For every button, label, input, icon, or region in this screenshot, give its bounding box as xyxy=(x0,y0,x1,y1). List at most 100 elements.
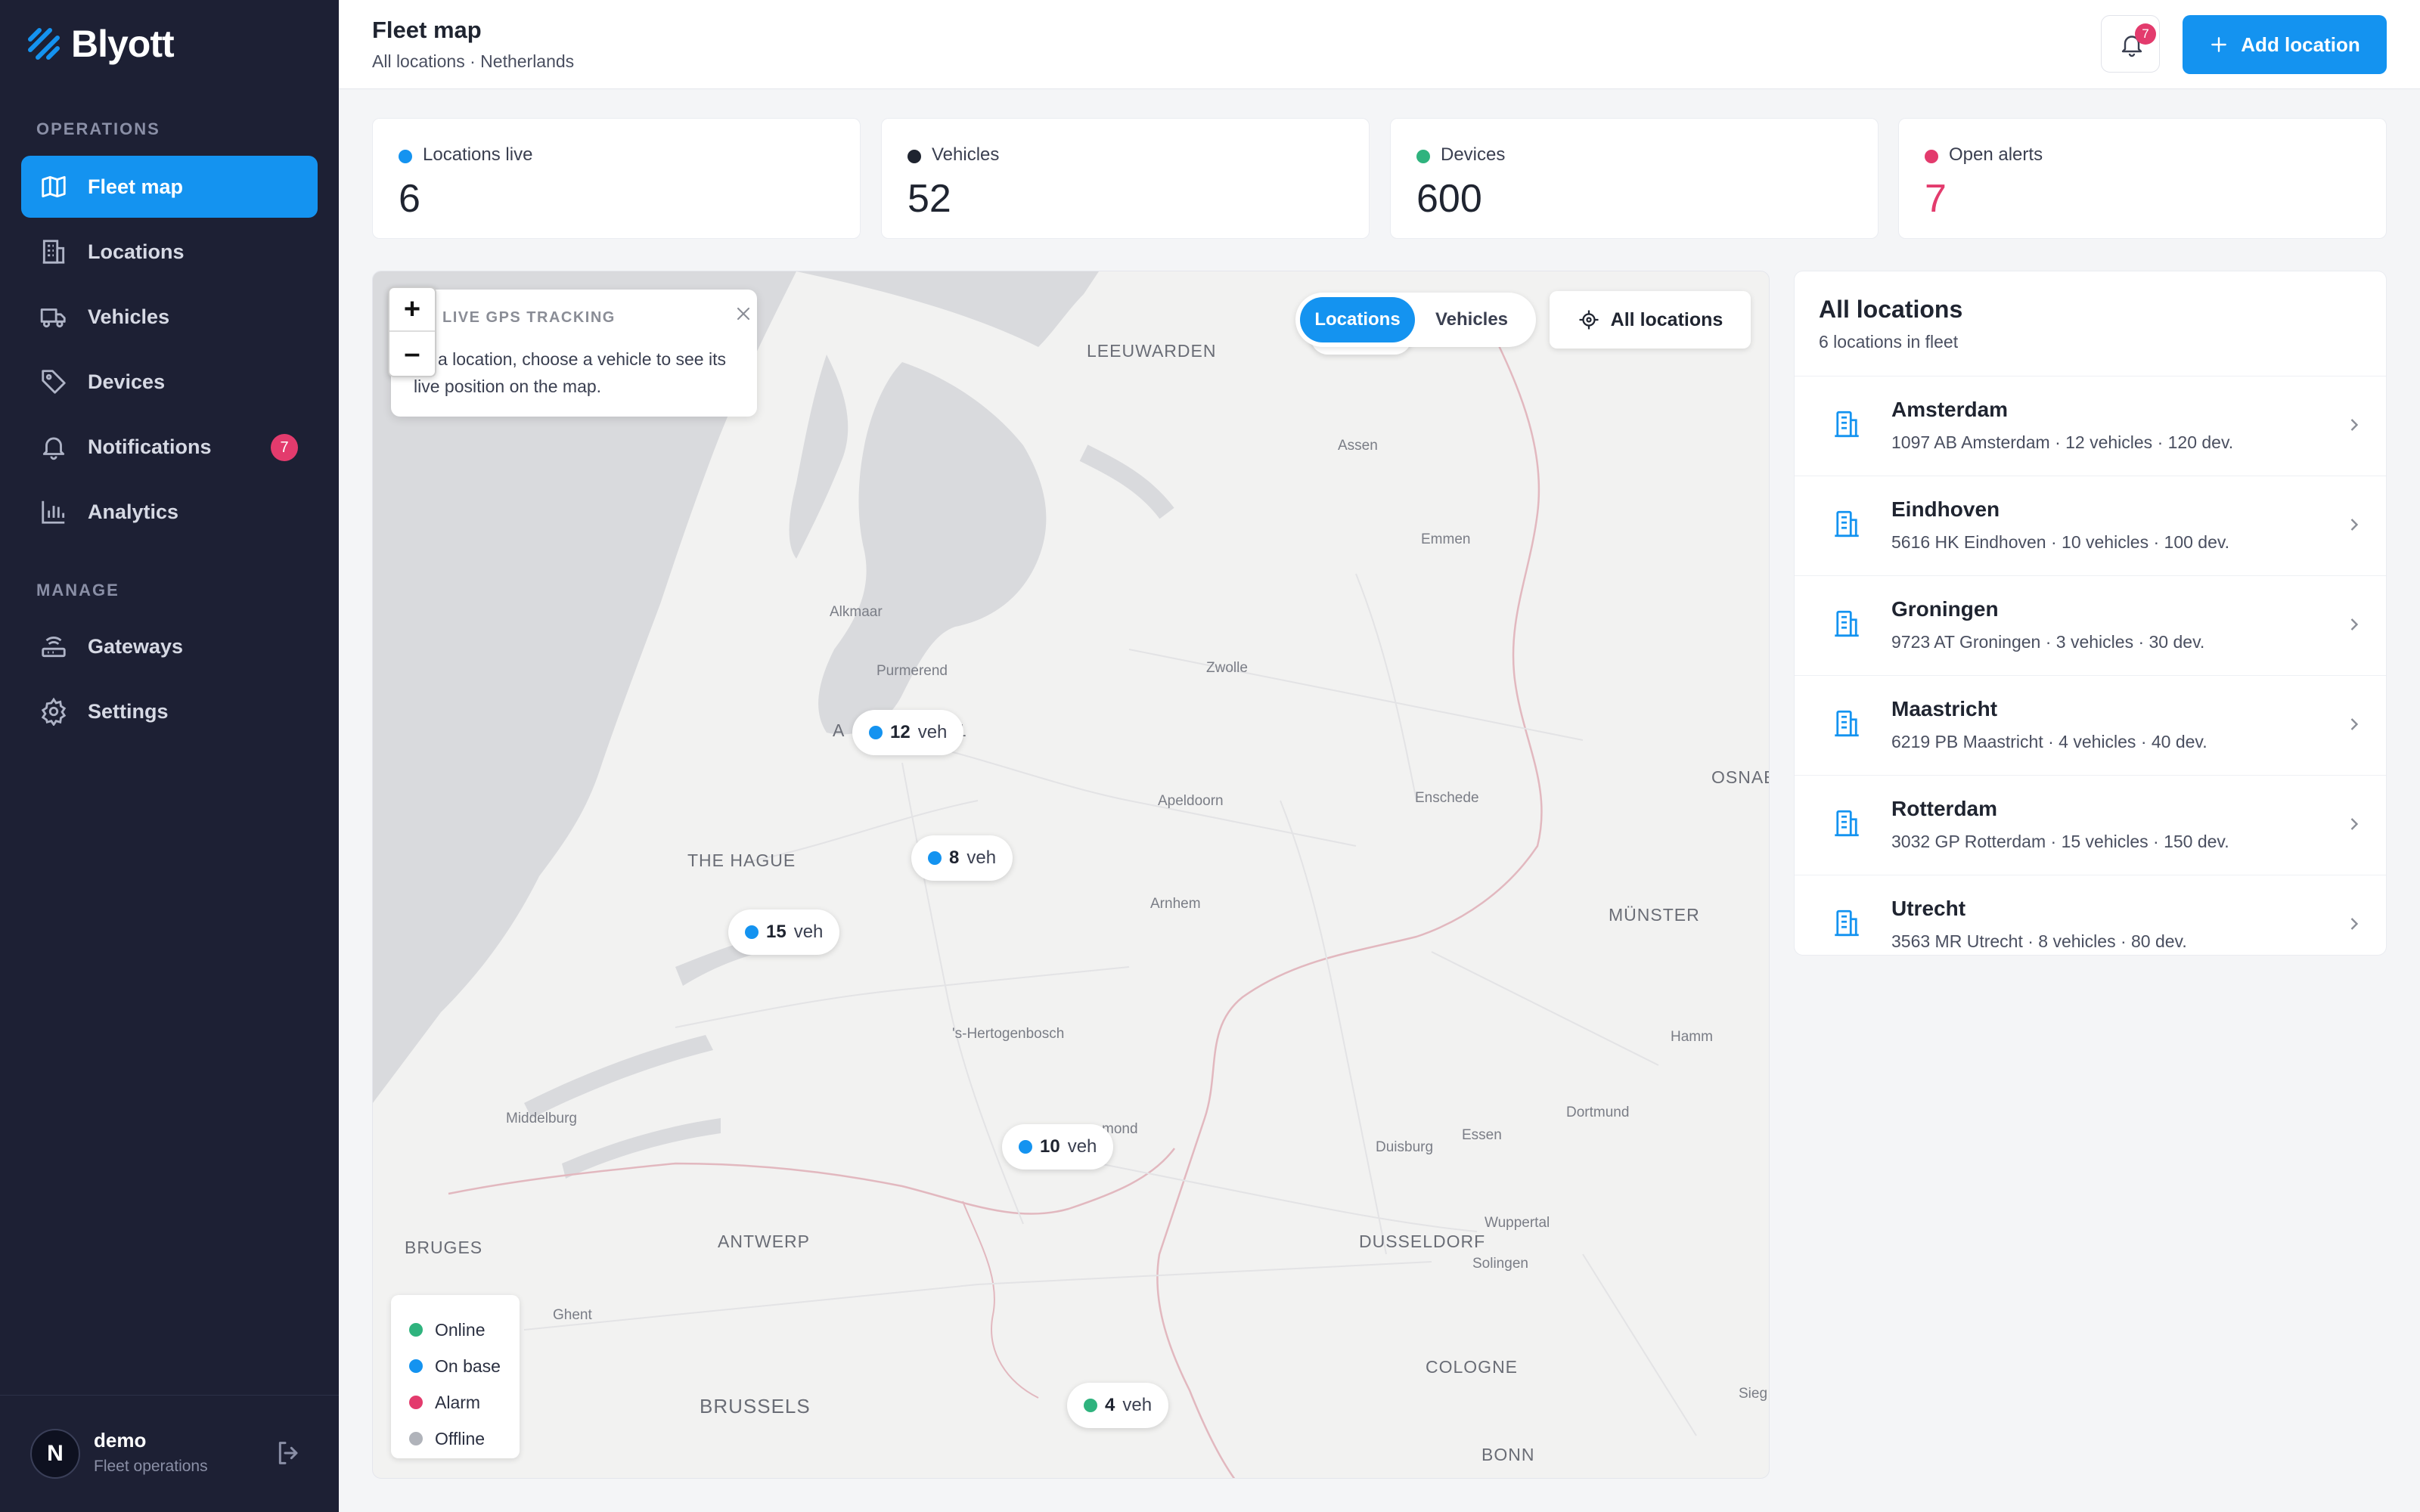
legend-label: Online xyxy=(435,1319,486,1340)
sidebar-item-locations[interactable]: Locations xyxy=(21,221,318,283)
location-row-rotterdam[interactable]: Rotterdam 3032 GP Rotterdam · 15 vehicle… xyxy=(1795,775,2386,875)
location-row-amsterdam[interactable]: Amsterdam 1097 AB Amsterdam · 12 vehicle… xyxy=(1795,376,2386,476)
map-label-the-hague: THE HAGUE xyxy=(687,850,796,870)
fleet-map[interactable]: LEEUWARDEN Assen Emmen Alkmaar Purmerend… xyxy=(372,271,1770,1479)
map-icon xyxy=(42,175,66,198)
pin-count: 8 xyxy=(949,847,960,868)
stat-dot xyxy=(908,150,921,163)
pin-status-dot xyxy=(869,726,883,739)
legend-dot xyxy=(409,1396,423,1409)
legend-label: Offline xyxy=(435,1428,486,1448)
zoom-in-button[interactable]: + xyxy=(389,288,435,332)
legend-dot xyxy=(409,1323,423,1337)
map-label-duisburg: Duisburg xyxy=(1376,1139,1434,1155)
stat-value: 600 xyxy=(1416,177,1482,221)
sidebar-item-fleet-map[interactable]: Fleet map xyxy=(21,156,318,218)
sidebar-item-label: Notifications xyxy=(88,435,212,458)
pin-unit: veh xyxy=(917,722,948,742)
map-label-wuppertal: Wuppertal xyxy=(1485,1215,1550,1231)
map-label-osnae: OSNAE xyxy=(1711,767,1770,787)
pin-count: 12 xyxy=(890,722,911,742)
map-view-toggle: Locations Vehicles xyxy=(1295,293,1536,347)
stat-label: Vehicles xyxy=(932,144,1000,165)
pin-unit: veh xyxy=(1122,1395,1153,1415)
legend-item-online: Online xyxy=(409,1312,520,1348)
location-row-groningen[interactable]: Groningen 9723 AT Groningen · 3 vehicles… xyxy=(1795,575,2386,675)
legend-dot xyxy=(409,1432,423,1445)
all-locations-button[interactable]: All locations xyxy=(1550,291,1751,349)
truck-icon xyxy=(40,308,66,328)
map-label-zwolle: Zwolle xyxy=(1206,660,1248,676)
breadcrumb: All locations · Netherlands xyxy=(372,51,575,71)
avatar[interactable]: N xyxy=(30,1429,80,1479)
toggle-vehicles[interactable]: Vehicles xyxy=(1415,297,1528,342)
map-label-ghent: Ghent xyxy=(553,1307,592,1323)
locations-panel: All locations 6 locations in fleet Amste… xyxy=(1794,271,2387,956)
map-pin-maastricht[interactable]: 4 veh xyxy=(1067,1383,1169,1428)
map-label-alkmaar: Alkmaar xyxy=(830,604,883,620)
pin-unit: veh xyxy=(793,922,824,942)
pin-status-dot xyxy=(745,925,759,939)
add-location-button[interactable]: Add location xyxy=(2183,15,2387,74)
location-row-utrecht[interactable]: Utrecht 3563 MR Utrecht · 8 vehicles · 8… xyxy=(1795,875,2386,955)
sidebar-divider xyxy=(0,1395,339,1396)
map-label-dortmund: Dortmund xyxy=(1566,1105,1630,1120)
sidebar-item-gateways[interactable]: Gateways xyxy=(21,615,318,677)
location-name: Groningen xyxy=(1891,597,1999,621)
sidebar-item-devices[interactable]: Devices xyxy=(21,351,318,413)
logout-icon[interactable] xyxy=(274,1438,304,1468)
pin-status-dot xyxy=(1084,1399,1097,1412)
blyott-logo-icon xyxy=(28,28,60,60)
map-pin-eindhoven[interactable]: 10 veh xyxy=(1002,1124,1114,1170)
chevron-right-icon xyxy=(2350,818,2359,830)
map-label-assen: Assen xyxy=(1338,438,1378,454)
zoom-out-button[interactable]: – xyxy=(389,332,435,376)
pin-count: 10 xyxy=(1040,1136,1060,1157)
stat-value: 52 xyxy=(908,177,951,221)
map-pin-amsterdam[interactable]: 12 veh xyxy=(852,710,964,755)
legend-item-alarm: Alarm xyxy=(409,1384,520,1421)
map-label-cologne: COLOGNE xyxy=(1426,1357,1519,1377)
brand-name: Blyott xyxy=(71,23,175,65)
section-label-operations: OPERATIONS xyxy=(36,119,160,138)
gps-tracking-tip: LIVE GPS TRACKING en a location, choose … xyxy=(391,290,757,417)
brand-logo[interactable]: Blyott xyxy=(27,20,175,68)
location-row-eindhoven[interactable]: Eindhoven 5616 HK Eindhoven · 10 vehicle… xyxy=(1795,476,2386,575)
stat-label: Devices xyxy=(1441,144,1506,165)
map-label-leeuwarden: LEEUWARDEN xyxy=(1087,341,1217,361)
map-label-hertogenbosch: 's-Hertogenbosch xyxy=(952,1026,1065,1042)
tag-icon xyxy=(42,370,66,394)
sidebar-item-label: Fleet map xyxy=(88,175,184,198)
location-name: Eindhoven xyxy=(1891,497,2000,521)
sidebar-item-vehicles[interactable]: Vehicles xyxy=(21,286,318,348)
legend-label: On base xyxy=(435,1356,501,1376)
tip-title: LIVE GPS TRACKING xyxy=(442,309,616,326)
pin-unit: veh xyxy=(1067,1136,1097,1157)
toggle-locations[interactable]: Locations xyxy=(1300,297,1415,342)
router-icon xyxy=(42,637,66,658)
sidebar-item-label: Devices xyxy=(88,370,166,393)
sidebar-item-notifications[interactable]: Notifications 7 xyxy=(21,416,318,478)
map-legend: Online On base Alarm Offline xyxy=(391,1295,520,1458)
map-pin-rotterdam[interactable]: 15 veh xyxy=(728,909,840,955)
crosshair-icon xyxy=(1579,310,1599,330)
sidebar-item-analytics[interactable]: Analytics xyxy=(21,481,318,543)
building-icon xyxy=(42,240,65,264)
map-label-enschede: Enschede xyxy=(1415,790,1479,806)
sidebar-item-label: Settings xyxy=(88,699,169,723)
close-icon[interactable] xyxy=(733,303,754,324)
sidebar-item-label: Analytics xyxy=(88,500,179,523)
stat-card-vehicles: Vehicles 52 xyxy=(881,118,1370,239)
map-pin-utrecht[interactable]: 8 veh xyxy=(911,835,1013,881)
stat-dot xyxy=(399,150,412,163)
location-meta: 3563 MR Utrecht · 8 vehicles · 80 dev. xyxy=(1891,931,2187,951)
map-label-arnhem: Arnhem xyxy=(1150,896,1201,912)
notifications-button[interactable]: 7 xyxy=(2101,15,2160,73)
location-row-maastricht[interactable]: Maastricht 6219 PB Maastricht · 4 vehicl… xyxy=(1795,675,2386,775)
legend-item-offline: Offline xyxy=(409,1421,520,1457)
sidebar-item-label: Vehicles xyxy=(88,305,170,328)
sidebar-item-settings[interactable]: Settings xyxy=(21,680,318,742)
user-role: Fleet operations xyxy=(94,1458,208,1475)
stat-card-locations: Locations live 6 xyxy=(372,118,861,239)
sidebar-item-label: Gateways xyxy=(88,634,184,658)
